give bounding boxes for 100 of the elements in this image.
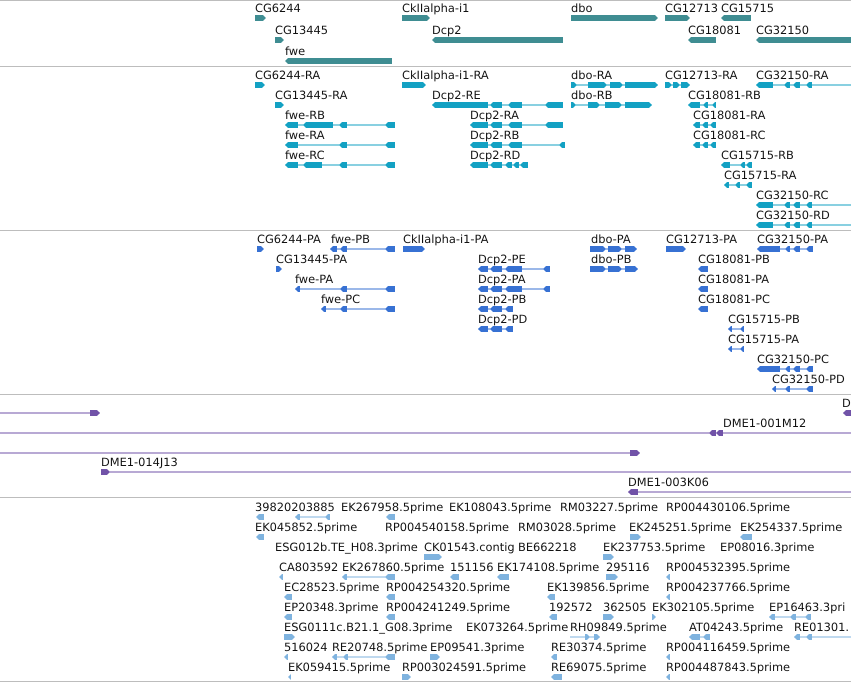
protein-model[interactable] (403, 246, 425, 252)
est-marker[interactable] (284, 634, 295, 640)
transcript-model[interactable] (688, 102, 716, 108)
est-label: RP004540158.5prime (385, 520, 510, 534)
transcript-model[interactable] (470, 122, 563, 128)
est-marker[interactable] (794, 634, 851, 640)
transcript-model[interactable] (285, 162, 395, 168)
est-marker[interactable] (256, 534, 264, 540)
est-marker[interactable] (256, 514, 264, 520)
transcript-label: fwe-RA (285, 129, 324, 142)
protein-model[interactable] (590, 246, 637, 252)
transcript-model[interactable] (571, 82, 658, 88)
gene-bar[interactable] (756, 36, 851, 42)
transcript-model[interactable] (721, 162, 752, 168)
est-marker[interactable] (666, 654, 670, 660)
est-marker[interactable] (769, 614, 811, 620)
est-marker[interactable] (547, 594, 555, 600)
est-marker[interactable] (284, 654, 288, 660)
est-marker[interactable] (630, 534, 641, 540)
est-marker[interactable] (284, 594, 292, 600)
est-marker[interactable] (424, 554, 442, 560)
protein-model[interactable] (478, 266, 550, 272)
transcript-model[interactable] (275, 102, 284, 108)
gene-bar[interactable] (432, 36, 563, 42)
protein-model[interactable] (772, 386, 813, 392)
est-marker[interactable] (279, 574, 283, 580)
transcript-model[interactable] (470, 162, 528, 168)
gene-bar[interactable] (402, 15, 430, 21)
transcript-model[interactable] (255, 82, 265, 88)
protein-model[interactable] (295, 286, 395, 292)
protein-model[interactable] (330, 246, 395, 252)
est-marker[interactable] (497, 574, 509, 580)
est-label: CA803592 (279, 560, 338, 574)
est-marker[interactable] (606, 574, 618, 580)
protein-model[interactable] (321, 306, 395, 312)
est-marker[interactable] (603, 614, 614, 620)
est-marker[interactable] (551, 654, 557, 660)
transcript-label: Dcp2-RE (432, 89, 481, 102)
protein-model[interactable] (698, 266, 708, 272)
est-marker[interactable] (332, 654, 395, 660)
est-marker[interactable] (386, 514, 395, 520)
est-marker[interactable] (740, 534, 752, 540)
est-marker[interactable] (450, 574, 459, 580)
clone-arrow[interactable] (843, 410, 851, 416)
protein-label: dbo-PA (591, 233, 631, 246)
transcript-label: fwe-RC (285, 149, 325, 162)
protein-model[interactable] (590, 266, 638, 272)
est-marker[interactable] (570, 634, 600, 640)
transcript-model[interactable] (285, 122, 395, 128)
transcript-label: dbo-RB (571, 89, 612, 102)
gene-bar[interactable] (688, 36, 716, 42)
est-marker[interactable] (652, 614, 656, 620)
est-marker[interactable] (689, 634, 710, 640)
transcript-model[interactable] (285, 142, 395, 148)
est-marker[interactable] (386, 614, 395, 620)
protein-model[interactable] (276, 266, 282, 272)
transcript-model[interactable] (693, 122, 716, 128)
transcript-label: Dcp2-RA (470, 109, 519, 122)
protein-model[interactable] (757, 366, 813, 372)
transcript-model[interactable] (571, 102, 652, 108)
est-label: ESG012b.TE_H08.3prime (275, 540, 418, 554)
protein-model[interactable] (728, 346, 744, 352)
est-marker[interactable] (284, 614, 292, 620)
protein-model[interactable] (698, 306, 708, 312)
transcript-model[interactable] (756, 82, 851, 88)
est-marker[interactable] (549, 614, 557, 620)
gene-label: CG32150 (756, 24, 810, 36)
protein-model[interactable] (666, 246, 686, 252)
transcript-label: CG15715-RB (721, 149, 794, 162)
protein-model[interactable] (757, 246, 813, 252)
est-marker[interactable] (603, 554, 614, 560)
gene-bar[interactable] (275, 36, 284, 42)
est-marker[interactable] (295, 514, 330, 520)
gene-bar[interactable] (665, 15, 690, 21)
transcript-model[interactable] (724, 182, 752, 188)
protein-model[interactable] (698, 286, 708, 292)
transcript-model[interactable] (756, 202, 851, 208)
est-marker[interactable] (342, 574, 395, 580)
est-label: 192572 (549, 600, 592, 614)
protein-model[interactable] (478, 326, 513, 332)
transcript-label: fwe-RB (285, 109, 325, 122)
est-marker[interactable] (666, 574, 670, 580)
gene-bar[interactable] (255, 15, 266, 21)
protein-model[interactable] (257, 246, 264, 252)
est-marker[interactable] (430, 654, 440, 660)
transcript-model[interactable] (402, 82, 426, 88)
est-marker[interactable] (386, 594, 395, 600)
est-marker[interactable] (666, 674, 670, 680)
transcript-model[interactable] (665, 82, 690, 88)
protein-model[interactable] (728, 326, 744, 332)
protein-model[interactable] (478, 286, 550, 292)
gene-bar[interactable] (721, 15, 751, 21)
transcript-model[interactable] (756, 222, 851, 228)
est-marker[interactable] (666, 594, 670, 600)
est-marker[interactable] (288, 674, 291, 680)
gene-label: dbo (571, 2, 592, 15)
protein-model[interactable] (478, 306, 513, 312)
transcript-model[interactable] (470, 142, 565, 148)
transcript-model[interactable] (693, 142, 716, 148)
transcript-model[interactable] (432, 102, 563, 108)
